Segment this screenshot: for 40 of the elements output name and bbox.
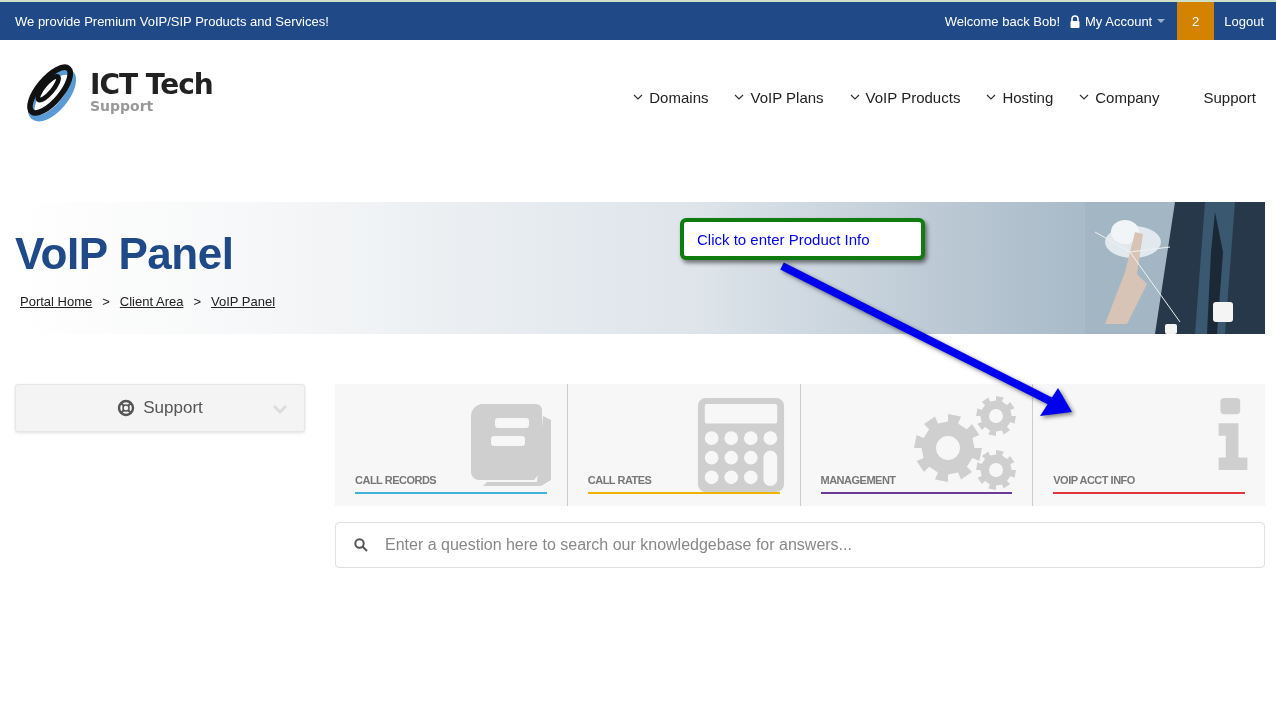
breadcrumb-separator: > [102,294,110,309]
nav-item[interactable]: Hosting [986,88,1054,106]
tile-label: CALL RECORDS [355,474,438,486]
chevron-icon [633,94,644,100]
nav-item[interactable]: VoIP Products [849,88,961,106]
chevron-icon [849,94,860,100]
chevron-icon [986,94,997,100]
breadcrumb-link[interactable]: Portal Home [20,294,93,309]
logout-link[interactable]: Logout [1214,13,1276,29]
page-title: VoIP Panel [15,228,235,280]
gears-icon [914,396,1019,492]
chevron-icon [734,94,745,100]
chevron-icon [1079,94,1090,100]
support-panel-toggle[interactable]: Support [15,384,305,432]
nav-item[interactable]: VoIP Plans [734,88,824,106]
lock-icon [1070,14,1081,28]
nav-item[interactable]: Domains [633,88,709,106]
logo[interactable]: ICT Tech Support [18,59,213,125]
logo-subtitle: Support [90,99,155,113]
logo-name: ICT Tech [90,71,213,99]
dashboard-tile[interactable]: CALL RECORDS [335,384,567,506]
breadcrumb-link[interactable]: Client Area [119,294,184,309]
breadcrumb-separator: > [193,294,202,309]
tagline: We provide Premium VoIP/SIP Products and Services! [14,13,329,29]
lifebuoy-icon [117,399,136,417]
calculator-icon [695,396,786,494]
breadcrumb-link[interactable]: VoIP Panel [211,294,276,309]
caret-icon [1157,19,1166,23]
callout-text: Click to enter Product Info [697,230,870,248]
nav-item[interactable]: Company [1079,88,1160,106]
search-icon [354,538,368,552]
nav-item[interactable]: Support [1203,88,1256,106]
tile-label: MANAGEMENT [820,474,897,486]
welcome-text: Welcome back Bob! [944,13,1061,29]
account-menu[interactable]: My Account [1070,13,1166,29]
dashboard-tile[interactable]: CALL RATES [566,384,800,506]
tile-label: CALL RATES [587,474,653,486]
tile-label: VOIP ACCT INFO [1053,474,1136,486]
search-field[interactable]: Enter a question here to search our knowledgebase for answers... [335,522,1265,568]
dashboard-tile[interactable]: MANAGEMENT [799,384,1033,506]
